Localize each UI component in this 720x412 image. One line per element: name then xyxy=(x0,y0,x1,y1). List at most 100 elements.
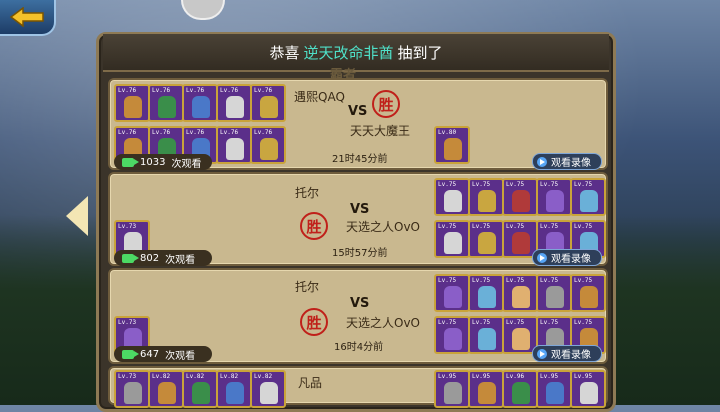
hero-portrait-icon xyxy=(192,96,210,118)
hero-slot[interactable]: Lv.75 xyxy=(536,178,572,216)
battle-time: 16时4分前 xyxy=(334,342,384,353)
hero-level: Lv.76 xyxy=(220,129,239,136)
watch-replay-button[interactable]: 观看录像 xyxy=(532,249,602,266)
hero-portrait-icon xyxy=(478,232,496,254)
hero-slot[interactable]: Lv.76 xyxy=(250,84,286,122)
hero-slot[interactable]: Lv.75 xyxy=(536,274,572,312)
hero-level: Lv.75 xyxy=(540,181,559,188)
hero-portrait-icon xyxy=(158,96,176,118)
hero-level: Lv.82 xyxy=(220,373,239,380)
hero-slot[interactable]: Lv.95 xyxy=(468,370,504,408)
back-arrow-icon xyxy=(9,7,44,27)
hero-slot[interactable]: Lv.95 xyxy=(536,370,572,408)
hero-level: Lv.75 xyxy=(574,277,593,284)
watch-replay-button[interactable]: 观看录像 xyxy=(532,153,602,170)
hero-level: Lv.96 xyxy=(506,373,525,380)
vs-label: VS xyxy=(350,296,370,311)
hero-level: Lv.75 xyxy=(472,319,491,326)
hero-level: Lv.73 xyxy=(118,319,137,326)
hero-slot[interactable]: Lv.96 xyxy=(502,370,538,408)
vs-label: VS xyxy=(348,104,368,119)
hero-level: Lv.95 xyxy=(472,373,491,380)
back-button[interactable] xyxy=(0,0,56,36)
hero-level: Lv.73 xyxy=(118,373,137,380)
chevron-left-icon[interactable] xyxy=(66,196,88,236)
hero-level: Lv.80 xyxy=(438,129,457,136)
play-icon xyxy=(537,156,547,167)
banner-highlight-name: 逆天改命非酋 xyxy=(303,43,394,62)
vs-label: VS xyxy=(350,202,370,217)
hero-slot[interactable]: Lv.95 xyxy=(434,370,470,408)
hero-level: Lv.76 xyxy=(186,129,205,136)
hero-portrait-icon xyxy=(580,190,598,212)
hero-portrait-icon xyxy=(478,328,496,350)
hero-portrait-icon xyxy=(260,96,278,118)
view-count-badge: 647 次观看 xyxy=(114,346,212,362)
hero-level: Lv.75 xyxy=(506,223,525,230)
hero-level: Lv.82 xyxy=(152,373,171,380)
hero-slot[interactable]: Lv.75 xyxy=(570,178,606,216)
hero-level: Lv.75 xyxy=(574,223,593,230)
hero-slot[interactable]: Lv.75 xyxy=(468,220,504,258)
hero-slot[interactable]: Lv.76 xyxy=(114,84,150,122)
hero-slot[interactable]: Lv.76 xyxy=(250,126,286,164)
hero-level: Lv.76 xyxy=(152,87,171,94)
hero-slot[interactable]: Lv.75 xyxy=(468,316,504,354)
hero-slot[interactable]: Lv.82 xyxy=(216,370,252,408)
hero-level: Lv.75 xyxy=(438,181,457,188)
left-player-name: 凡品 xyxy=(298,376,323,390)
hero-level: Lv.82 xyxy=(186,373,205,380)
hero-level: Lv.95 xyxy=(438,373,457,380)
hero-slot[interactable]: Lv.75 xyxy=(468,274,504,312)
hero-slot[interactable]: Lv.82 xyxy=(250,370,286,408)
hero-slot[interactable]: Lv.76 xyxy=(216,84,252,122)
view-count-label: 次观看 xyxy=(171,158,202,170)
hero-slot[interactable]: Lv.75 xyxy=(434,220,470,258)
left-player-name: 遇熙QAQ xyxy=(294,90,345,104)
hero-portrait-icon xyxy=(444,382,462,404)
hero-slot[interactable]: Lv.82 xyxy=(182,370,218,408)
hero-slot[interactable]: Lv.75 xyxy=(570,274,606,312)
win-stamp: 胜 xyxy=(300,212,328,240)
hero-level: Lv.75 xyxy=(574,181,593,188)
win-stamp: 胜 xyxy=(372,90,400,118)
hero-portrait-icon xyxy=(512,190,530,212)
right-player-name: 天选之人OvO xyxy=(346,220,420,234)
hero-slot[interactable]: Lv.75 xyxy=(502,274,538,312)
hero-level: Lv.75 xyxy=(472,181,491,188)
hero-slot[interactable]: Lv.76 xyxy=(182,84,218,122)
battle-time: 15时57分前 xyxy=(332,248,388,259)
hero-slot[interactable]: Lv.80 xyxy=(434,126,470,164)
hero-level: Lv.75 xyxy=(438,277,457,284)
hero-slot[interactable]: Lv.75 xyxy=(434,274,470,312)
hero-level: Lv.75 xyxy=(472,277,491,284)
win-stamp: 胜 xyxy=(300,308,328,336)
hero-portrait-icon xyxy=(444,138,462,160)
hero-level: Lv.75 xyxy=(438,223,457,230)
hero-slot[interactable]: Lv.76 xyxy=(216,126,252,164)
battle-record: Lv.75 Lv.75 Lv.75 Lv.75 Lv.75 Lv.73 Lv.75 Lv.75… xyxy=(108,172,608,266)
hero-slot[interactable]: Lv.75 xyxy=(434,178,470,216)
camera-icon xyxy=(122,157,139,167)
hero-portrait-icon xyxy=(478,382,496,404)
hero-slot[interactable]: Lv.95 xyxy=(570,370,606,408)
hero-slot[interactable]: Lv.75 xyxy=(434,316,470,354)
hero-slot[interactable]: Lv.73 xyxy=(114,370,150,408)
watch-replay-button[interactable]: 观看录像 xyxy=(532,345,602,362)
hero-level: Lv.76 xyxy=(254,87,273,94)
hero-slot[interactable]: Lv.82 xyxy=(148,370,184,408)
hero-slot[interactable]: Lv.75 xyxy=(468,178,504,216)
hero-level: Lv.75 xyxy=(574,319,593,326)
hero-level: Lv.75 xyxy=(472,223,491,230)
hero-level: Lv.75 xyxy=(506,181,525,188)
hero-slot[interactable]: Lv.76 xyxy=(148,84,184,122)
hero-portrait-icon xyxy=(478,190,496,212)
hero-portrait-icon xyxy=(444,286,462,308)
hero-portrait-icon xyxy=(444,190,462,212)
hero-slot[interactable]: Lv.75 xyxy=(502,178,538,216)
hero-level: Lv.75 xyxy=(540,223,559,230)
hero-portrait-icon xyxy=(512,328,530,350)
hero-portrait-icon xyxy=(444,328,462,350)
hero-level: Lv.75 xyxy=(540,319,559,326)
camera-icon xyxy=(122,253,139,263)
